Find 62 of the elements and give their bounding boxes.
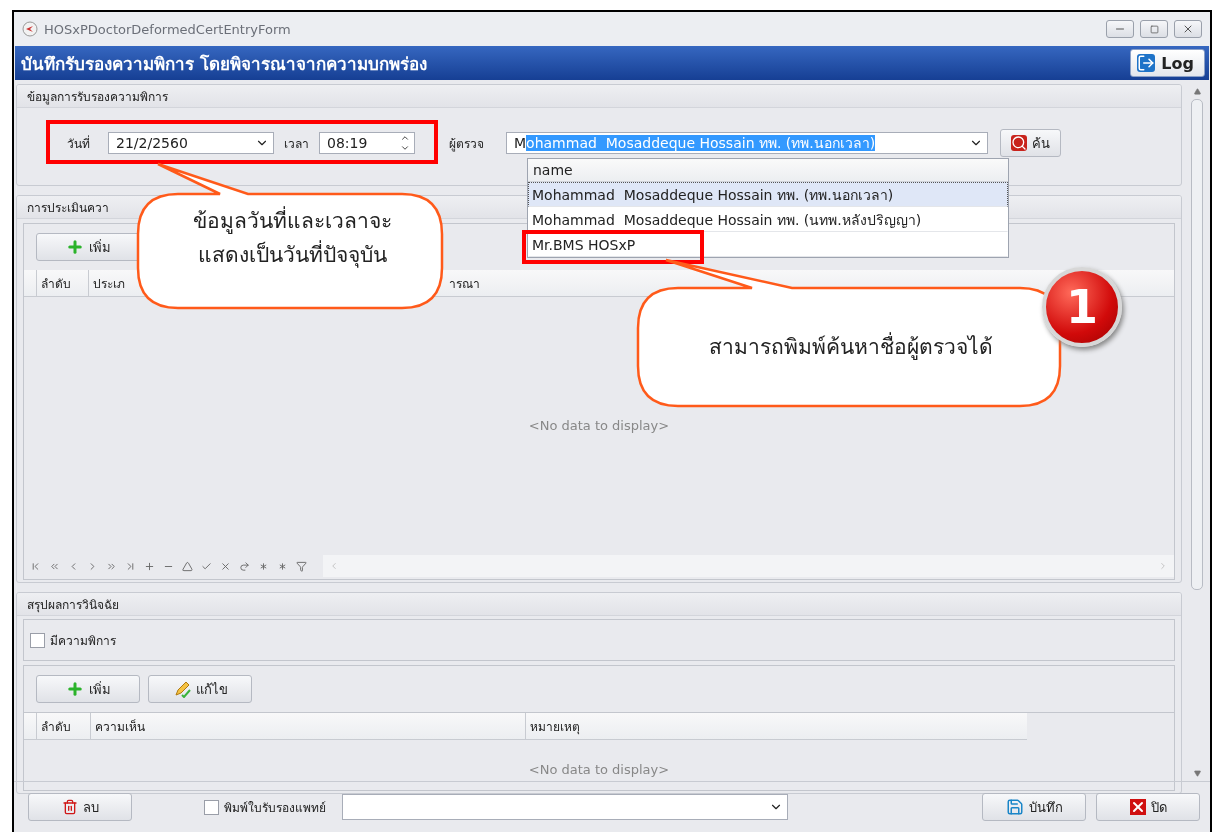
maximize-button[interactable] <box>1140 20 1168 38</box>
scroll-right-icon <box>1158 561 1168 571</box>
close-icon <box>1182 23 1194 35</box>
window-title: HOSxPDoctorDeformedCertEntryForm <box>44 21 292 37</box>
cross-icon[interactable] <box>220 560 231 572</box>
save-icon <box>1005 798 1024 816</box>
form-title: บันทึกรับรองความพิการ โดยพิจารณาจากความบกพร่อง <box>21 52 428 76</box>
plus-icon[interactable] <box>144 560 155 572</box>
time-field[interactable]: 08:19 <box>319 132 415 154</box>
asterisk-icon[interactable] <box>258 560 269 572</box>
empty-message: <No data to display> <box>528 762 670 777</box>
section-title: ข้อมูลการรับรองความพิการ <box>27 88 168 106</box>
vertical-scrollbar[interactable] <box>1188 88 1206 777</box>
minimize-button[interactable] <box>1106 20 1134 38</box>
scroll-left-icon <box>329 561 339 571</box>
triangle-icon[interactable] <box>182 560 193 572</box>
column-header: ความเห็น <box>90 713 525 739</box>
search-icon <box>1011 135 1027 151</box>
column-header: ลำดับ <box>36 713 90 739</box>
examiner-label: ผู้ตรวจ <box>449 135 484 153</box>
horizontal-scrollbar[interactable] <box>323 555 1174 577</box>
add-button[interactable]: เพิ่ม <box>36 675 140 703</box>
log-icon <box>1137 54 1156 72</box>
checkbox[interactable] <box>204 799 219 815</box>
list-header: name <box>528 159 1008 182</box>
bin-icon <box>61 799 78 815</box>
app-logo-icon <box>22 21 38 37</box>
section-title: สรุปผลการวินิจฉัย <box>27 596 119 614</box>
close-button[interactable] <box>1174 20 1202 38</box>
filter-icon[interactable] <box>296 560 307 572</box>
asterisk-icon[interactable] <box>277 560 288 572</box>
scroll-down-icon <box>1193 770 1201 777</box>
first-page-icon[interactable] <box>30 560 41 572</box>
delete-button[interactable]: ลบ <box>28 793 132 821</box>
search-button[interactable]: ค้น <box>1000 129 1061 157</box>
last-page-icon[interactable] <box>125 560 136 572</box>
edit-button[interactable]: แก้ไข <box>148 675 252 703</box>
empty-message: <No data to display> <box>528 417 670 433</box>
plus-icon <box>65 680 84 698</box>
disability-checkbox[interactable]: มีความพิการ <box>30 630 116 650</box>
pencil-icon <box>172 680 191 698</box>
redo-icon[interactable] <box>239 560 250 572</box>
date-label: วันที่ <box>67 134 90 153</box>
section-title: การประเมินควา <box>27 199 109 217</box>
close-button[interactable]: ปิด <box>1096 793 1200 821</box>
time-label: เวลา <box>284 135 309 153</box>
maximize-icon <box>1149 24 1159 34</box>
save-button[interactable]: บันทึก <box>982 793 1086 821</box>
column-header: ลำดับ <box>36 270 88 296</box>
dropdown-item[interactable]: Mohammad Mosaddeque Hossain ทพ. (ทพ.นอกเวลา) <box>528 182 1008 207</box>
date-field[interactable]: 21/2/2560 <box>108 132 274 154</box>
printer-combo[interactable] <box>342 794 788 820</box>
check-icon[interactable] <box>201 560 212 572</box>
checkbox[interactable] <box>30 632 45 648</box>
spin-icon <box>400 133 410 153</box>
print-checkbox[interactable]: พิมพ์ใบรับรองแพทย์ <box>204 797 326 817</box>
log-button[interactable]: Log <box>1130 49 1205 77</box>
plus-icon <box>65 238 84 256</box>
scroll-up-icon <box>1193 88 1201 95</box>
add-button[interactable]: เพิ่ม <box>36 233 140 261</box>
column-header: หมายเหตุ <box>525 713 1027 739</box>
close-icon <box>1129 799 1146 815</box>
